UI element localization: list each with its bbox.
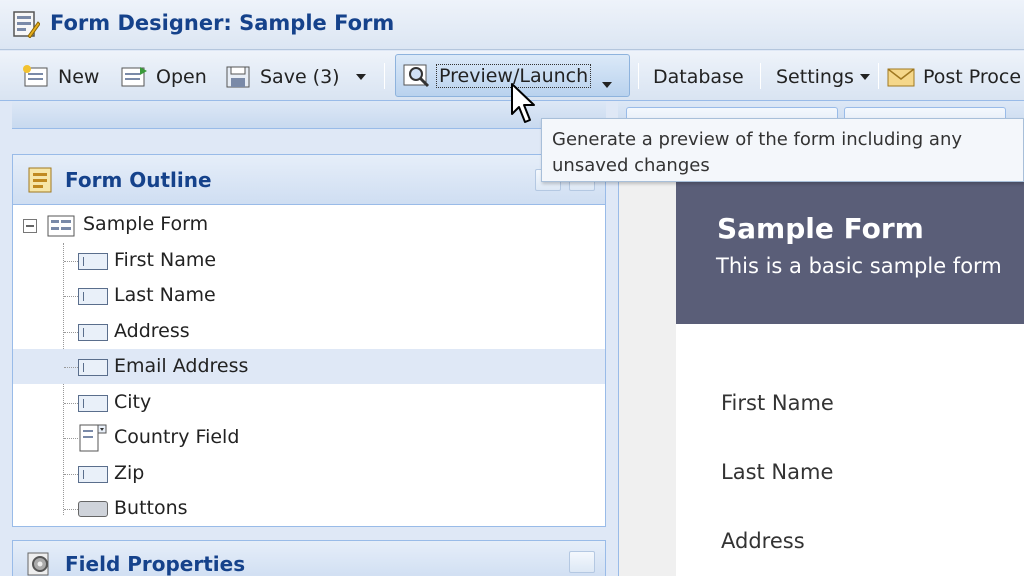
tree-item-address[interactable]: Address [13, 314, 605, 349]
textfield-icon [78, 466, 108, 483]
tree-item-email-address[interactable]: Email Address [13, 349, 605, 384]
tooltip-text: Generate a preview of the form including… [552, 129, 963, 176]
mouse-cursor-icon [511, 83, 535, 123]
save-icon [226, 66, 250, 88]
tree-guide-line [64, 403, 78, 404]
outline-tree-icon [28, 167, 52, 193]
window-title: Form Designer: Sample Form [50, 11, 395, 35]
post-process-label: Post Proce [923, 66, 1022, 88]
toolbar-separator [760, 63, 761, 89]
toolbar-separator [384, 63, 385, 89]
form-preview-title: Sample Form [717, 212, 924, 245]
pin-icon[interactable] [569, 551, 595, 573]
settings-label: Settings [776, 66, 854, 88]
tree-item-label: Buttons [114, 497, 188, 519]
new-form-icon [23, 65, 48, 87]
open-button[interactable]: Open [120, 61, 207, 93]
tree-item-label: Last Name [114, 284, 216, 306]
save-button[interactable]: Save (3) [224, 61, 340, 93]
tree-item-last-name[interactable]: Last Name [13, 278, 605, 313]
tree-item-label: City [114, 391, 152, 413]
tree-guide-line [64, 509, 78, 510]
textfield-icon [78, 395, 108, 412]
field-properties-header: Field Properties [13, 541, 605, 576]
tree-item-label: Country Field [114, 426, 240, 448]
post-process-button[interactable]: Post Proce [887, 61, 1024, 93]
form-field-label: Last Name [721, 460, 834, 484]
database-button[interactable]: Database [653, 61, 744, 93]
database-label: Database [653, 66, 744, 88]
new-label: New [58, 66, 100, 88]
settings-button[interactable]: Settings [776, 61, 870, 93]
form-preview-header [676, 180, 1024, 324]
chevron-down-icon [859, 74, 870, 80]
open-label: Open [156, 66, 207, 88]
toolbar-separator [878, 63, 879, 89]
chevron-down-icon [356, 74, 366, 80]
tree-item-label: Email Address [114, 355, 249, 377]
preview-tooltip: Generate a preview of the form including… [541, 118, 1024, 182]
chevron-down-icon [602, 82, 612, 88]
textfield-icon [78, 324, 108, 341]
tree-root-sample-form[interactable]: Sample Form [13, 207, 605, 242]
button-field-icon [78, 501, 108, 517]
new-button[interactable]: New [22, 61, 99, 93]
textfield-icon [78, 288, 108, 305]
tree-item-zip[interactable]: Zip [13, 456, 605, 491]
tree-item-label: First Name [114, 249, 217, 271]
field-properties-panel: Field Properties [12, 540, 606, 576]
form-designer-icon [13, 11, 40, 38]
tree-guide-line [64, 438, 78, 439]
form-preview-subtitle: This is a basic sample form [716, 254, 1002, 278]
form-icon [47, 215, 75, 237]
form-outline-header: Form Outline [13, 155, 605, 205]
tree-guide-line [64, 261, 78, 262]
form-field-label: First Name [721, 391, 834, 415]
tree-root-label: Sample Form [83, 213, 209, 235]
tree-item-city[interactable]: City [13, 385, 605, 420]
save-label: Save (3) [260, 66, 340, 88]
form-outline-title: Form Outline [65, 168, 212, 192]
tree-guide-line [64, 474, 78, 475]
tree-item-buttons[interactable]: Buttons [13, 491, 605, 526]
collapse-minus-icon[interactable] [23, 219, 37, 233]
tree-item-label: Zip [114, 462, 145, 484]
dropdown-field-icon [79, 424, 107, 452]
open-form-icon [121, 67, 147, 87]
textfield-icon [78, 359, 108, 376]
tree-guide-line [64, 332, 78, 333]
tree-guide-line [64, 367, 78, 368]
window-titlebar: Form Designer: Sample Form [0, 0, 1024, 50]
field-properties-title: Field Properties [65, 552, 246, 576]
tree-guide-line [64, 296, 78, 297]
tree-item-country-field[interactable]: Country Field [13, 420, 605, 455]
textfield-icon [78, 253, 108, 270]
preview-magnifier-icon [403, 64, 430, 88]
form-outline-panel: Form Outline Sample Form First Name Last… [12, 154, 606, 527]
envelope-icon [887, 68, 915, 87]
form-field-label: Address [721, 529, 805, 553]
toolbar-separator [638, 63, 639, 89]
tree-item-first-name[interactable]: First Name [13, 243, 605, 278]
gear-icon [27, 552, 49, 576]
save-dropdown-arrow[interactable] [356, 61, 366, 93]
tree-item-label: Address [114, 320, 190, 342]
preview-dropdown-arrow[interactable] [602, 73, 612, 92]
